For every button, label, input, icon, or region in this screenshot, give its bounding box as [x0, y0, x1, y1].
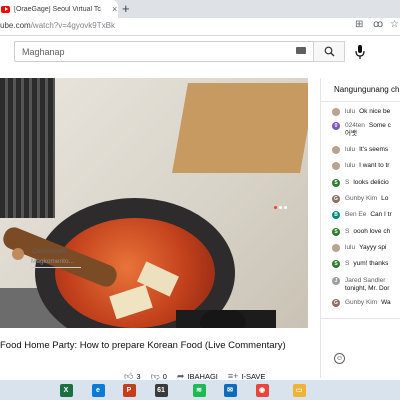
video-player[interactable]: [0, 78, 308, 328]
chat-user-avatar: [12, 248, 24, 260]
tab-title: [OraeGage] Seoul Virtual Tc: [14, 5, 101, 13]
chat-message: lulu It's seems: [332, 146, 400, 154]
explorer-icon[interactable]: ▭: [289, 380, 309, 400]
chat-author[interactable]: lulu: [345, 108, 355, 116]
emoji-icon[interactable]: ☺: [334, 353, 345, 364]
youtube-favicon-icon: [1, 5, 10, 13]
chat-avatar[interactable]: [332, 244, 340, 252]
microphone-icon[interactable]: [354, 43, 366, 61]
browser-tab[interactable]: [OraeGage] Seoul Virtual Tc ×: [0, 0, 118, 18]
edge-icon-glyph: e: [91, 383, 105, 397]
chat-avatar[interactable]: [332, 146, 340, 154]
chat-message: 0 024ten Some c 어뱃: [332, 122, 400, 138]
chat-avatar[interactable]: [332, 162, 340, 170]
url-host: ube.com: [0, 21, 31, 30]
chat-avatar[interactable]: 0: [332, 122, 340, 130]
chat-input-username: Chickiecurlz: [32, 248, 68, 255]
chat-text: Some c: [368, 122, 391, 129]
app-61-icon[interactable]: 61: [151, 380, 171, 400]
chat-message: B Ben Ee Can I tr: [332, 211, 400, 219]
powerpoint-icon[interactable]: P: [119, 380, 139, 400]
chat-message: G Gunby Kim Lo: [332, 195, 400, 203]
chat-author[interactable]: Gunby Kim: [345, 299, 377, 307]
explorer-icon-glyph: ▭: [292, 383, 306, 397]
video-indicator-dots: [274, 196, 294, 209]
chat-author[interactable]: 024ten: [345, 122, 365, 130]
chat-author[interactable]: lulu: [345, 146, 355, 154]
chat-text: Can I tr: [370, 211, 392, 218]
url-path: /watch?v=4gyovk9TxBk: [30, 21, 115, 30]
keyboard-icon[interactable]: [296, 47, 306, 54]
chat-message: lulu Yayyy spi: [332, 244, 400, 252]
chat-author[interactable]: S: [345, 228, 349, 236]
tab-close-icon[interactable]: ×: [112, 4, 117, 14]
chat-avatar[interactable]: G: [332, 195, 340, 203]
search-input[interactable]: Maghanap: [14, 41, 314, 62]
chrome-icon-glyph: ◉: [255, 383, 269, 397]
search-placeholder: Maghanap: [22, 46, 65, 57]
mail-icon-glyph: ✉: [223, 383, 237, 397]
chat-author[interactable]: lulu: [345, 244, 355, 252]
chat-message: lulu Ok nice be: [332, 108, 400, 116]
video-title: Food Home Party: How to prepare Korean F…: [0, 340, 286, 351]
app-61-icon-glyph: 61: [154, 383, 168, 397]
favorites-icon[interactable]: ☆: [390, 19, 399, 30]
chat-author[interactable]: Jared Sandler: [345, 277, 385, 285]
chat-author[interactable]: lulu: [345, 162, 355, 170]
chat-avatar[interactable]: S: [332, 260, 340, 268]
chat-message: S Syum! thanks: [332, 260, 400, 268]
chat-author[interactable]: Ben Ee: [345, 211, 366, 219]
search-button[interactable]: [313, 41, 345, 62]
chrome-icon[interactable]: ◉: [252, 380, 272, 400]
chat-text: oooh love ch: [353, 228, 391, 235]
chat-message: S Slooks delicio: [332, 179, 400, 187]
read-aloud-icon[interactable]: ꝏ: [373, 19, 383, 30]
chat-avatar[interactable]: G: [332, 299, 340, 307]
live-chat-panel: Nangungunang ch lulu Ok nice be 0 024ten Som…: [320, 78, 400, 378]
spotify-icon-glyph: ≋: [192, 383, 206, 397]
chat-text: Wa: [381, 299, 391, 306]
chat-text: Ok nice be: [359, 108, 391, 115]
chat-avatar[interactable]: S: [332, 179, 340, 187]
video-presenter-hair: [200, 310, 246, 328]
chat-avatar[interactable]: S: [332, 228, 340, 236]
chat-text: looks delicio: [353, 179, 389, 186]
windows-taskbar: Xe P 61 ≋ ✉ ◉ ▭: [0, 380, 400, 400]
extensions-icon[interactable]: ⊞: [355, 19, 363, 30]
chat-text: I want to tr: [359, 162, 390, 169]
excel-icon[interactable]: X: [56, 380, 76, 400]
powerpoint-icon-glyph: P: [122, 383, 136, 397]
new-tab-button[interactable]: +: [122, 1, 130, 16]
chat-text: Yayyy spi: [359, 244, 387, 251]
chat-message: J Jared Sandler tonight, Mr. Dor: [332, 277, 400, 293]
chat-header[interactable]: Nangungunang ch: [321, 78, 400, 102]
chat-message: G Gunby Kim Wa: [332, 299, 400, 307]
chat-avatar[interactable]: J: [332, 277, 340, 285]
search-icon: [324, 46, 334, 57]
chat-message: lulu I want to tr: [332, 162, 400, 170]
chat-author[interactable]: Gunby Kim: [345, 195, 377, 203]
chat-text: yum! thanks: [353, 260, 389, 267]
video-apron: [0, 78, 55, 218]
chat-input-area: [321, 318, 400, 378]
url-text[interactable]: ube.com/watch?v=4gyovk9TxBk: [0, 21, 115, 30]
chat-avatar[interactable]: [332, 108, 340, 116]
chat-avatar[interactable]: B: [332, 211, 340, 219]
chat-text: Lo: [381, 195, 389, 202]
address-bar[interactable]: ube.com/watch?v=4gyovk9TxBk: [0, 18, 400, 36]
edge-icon[interactable]: e: [88, 380, 108, 400]
chat-message: S Soooh love ch: [332, 228, 400, 236]
chat-text: It's seems: [359, 146, 389, 153]
chat-input[interactable]: Magkomento...: [31, 258, 81, 268]
chat-author[interactable]: S: [345, 179, 349, 187]
chat-text: 어뱃: [345, 130, 357, 137]
chat-text: tonight, Mr. Dor: [345, 285, 390, 292]
chat-author[interactable]: S: [345, 260, 349, 268]
mail-icon[interactable]: ✉: [220, 380, 240, 400]
spotify-icon[interactable]: ≋: [189, 380, 209, 400]
excel-icon-glyph: X: [59, 383, 73, 397]
video-cutting-board: [172, 83, 308, 173]
